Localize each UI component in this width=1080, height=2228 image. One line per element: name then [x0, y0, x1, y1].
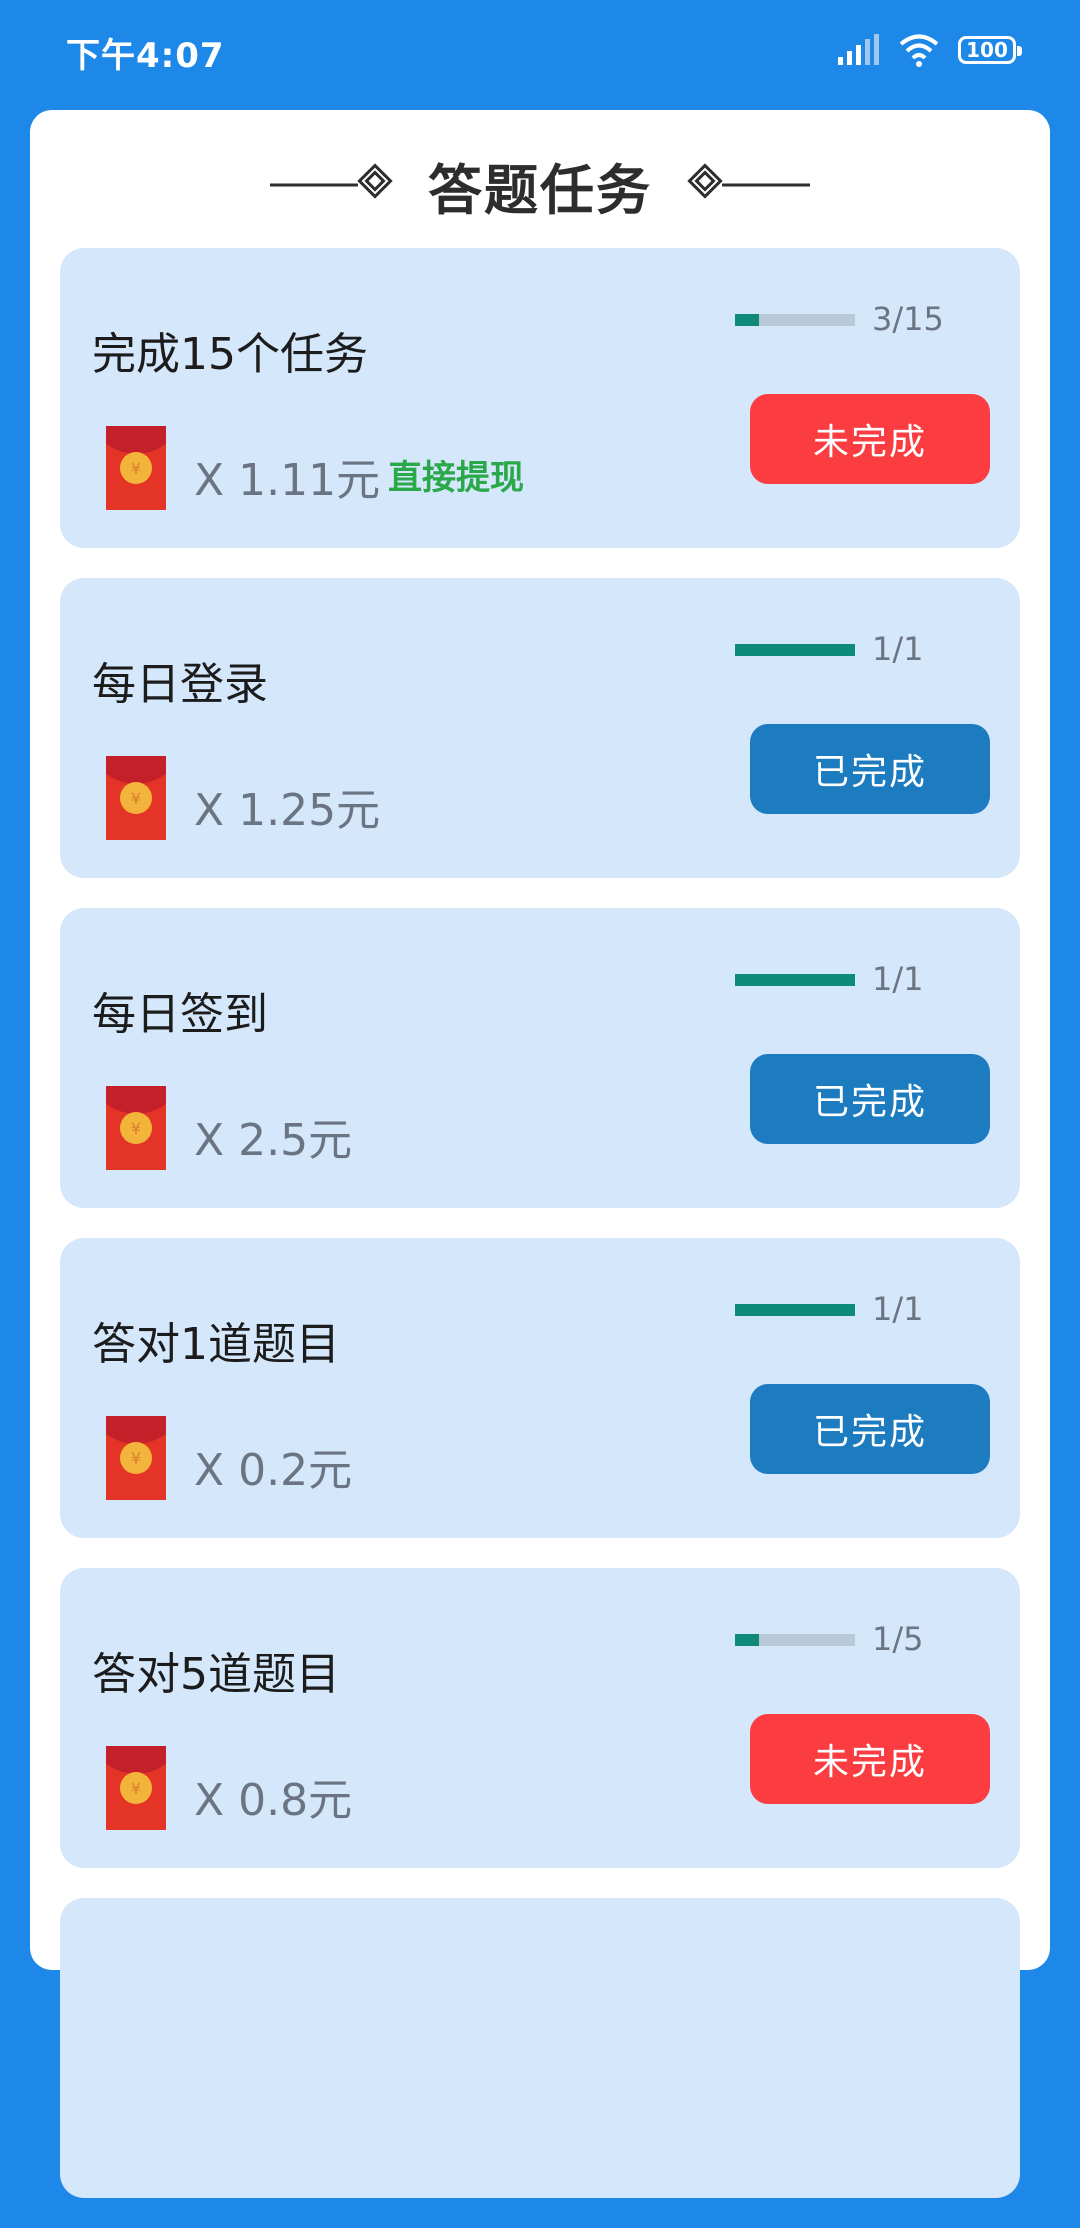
reward-amount: X 0.8元 [194, 1775, 353, 1826]
task-card: 答对1道题目 ¥ X 0.2元 1/1 已完成 [60, 1238, 1020, 1538]
progress-fill [735, 644, 855, 656]
task-title: 完成15个任务 [92, 329, 368, 380]
progress-bar [735, 644, 855, 656]
incomplete-button[interactable]: 未完成 [750, 1714, 990, 1804]
progress-bar [735, 974, 855, 986]
progress-text: 1/1 [872, 630, 924, 668]
red-envelope-icon: ¥ [106, 756, 166, 840]
reward-amount: X 2.5元 [194, 1115, 353, 1166]
task-card: 每日登录 ¥ X 1.25元 1/1 已完成 [60, 578, 1020, 878]
task-list: 完成15个任务 ¥ X 1.11元 直接提现 3/15 未完成 每日登录 ¥ X… [60, 248, 1020, 2228]
progress-text: 1/1 [872, 1290, 924, 1328]
progress-bar [735, 1304, 855, 1316]
progress-fill [735, 1304, 855, 1316]
svg-text:¥: ¥ [131, 1119, 141, 1138]
status-icons: 100 [836, 28, 1022, 72]
progress-bar [735, 1634, 855, 1646]
red-envelope-icon: ¥ [106, 1086, 166, 1170]
right-ornament-icon [687, 163, 810, 199]
task-card: 每日签到 ¥ X 2.5元 1/1 已完成 [60, 908, 1020, 1208]
wifi-icon [899, 34, 939, 67]
task-title: 答对1道题目 [92, 1319, 340, 1370]
svg-text:¥: ¥ [131, 1779, 141, 1798]
incomplete-button[interactable]: 未完成 [750, 394, 990, 484]
task-card: 答对5道题目 ¥ X 0.8元 1/5 未完成 [60, 1568, 1020, 1868]
task-card-partial [60, 1898, 1020, 2198]
task-title: 每日登录 [92, 659, 268, 710]
progress-bar [735, 314, 855, 326]
reward-amount: X 1.25元 [194, 785, 381, 836]
status-bar: 下午4:07 100 [0, 0, 1080, 100]
svg-text:¥: ¥ [131, 789, 141, 808]
task-card: 完成15个任务 ¥ X 1.11元 直接提现 3/15 未完成 [60, 248, 1020, 548]
progress-fill [735, 974, 855, 986]
withdraw-note: 直接提现 [388, 458, 524, 498]
red-envelope-icon: ¥ [106, 1416, 166, 1500]
signal-icon [838, 34, 879, 65]
svg-text:¥: ¥ [131, 459, 141, 478]
progress-text: 3/15 [872, 300, 944, 338]
progress-fill [735, 314, 759, 326]
task-panel: 答题任务 完成15个任务 ¥ X 1.11元 直接提现 3/15 未完成 每日登… [30, 110, 1050, 2198]
left-ornament-icon [270, 163, 393, 199]
completed-button[interactable]: 已完成 [750, 724, 990, 814]
completed-button[interactable]: 已完成 [750, 1054, 990, 1144]
reward-amount: X 1.11元 [194, 455, 381, 506]
title-row: 答题任务 [30, 140, 1050, 230]
completed-button[interactable]: 已完成 [750, 1384, 990, 1474]
progress-fill [735, 1634, 759, 1646]
reward-amount: X 0.2元 [194, 1445, 353, 1496]
battery-icon: 100 [958, 36, 1022, 64]
status-time: 下午4:07 [66, 36, 225, 76]
progress-text: 1/1 [872, 960, 924, 998]
svg-text:¥: ¥ [131, 1449, 141, 1468]
red-envelope-icon: ¥ [106, 1746, 166, 1830]
progress-text: 1/5 [872, 1620, 924, 1658]
page-title: 答题任务 [428, 158, 652, 222]
task-title: 每日签到 [92, 989, 268, 1040]
task-title: 答对5道题目 [92, 1649, 340, 1700]
red-envelope-icon: ¥ [106, 426, 166, 510]
